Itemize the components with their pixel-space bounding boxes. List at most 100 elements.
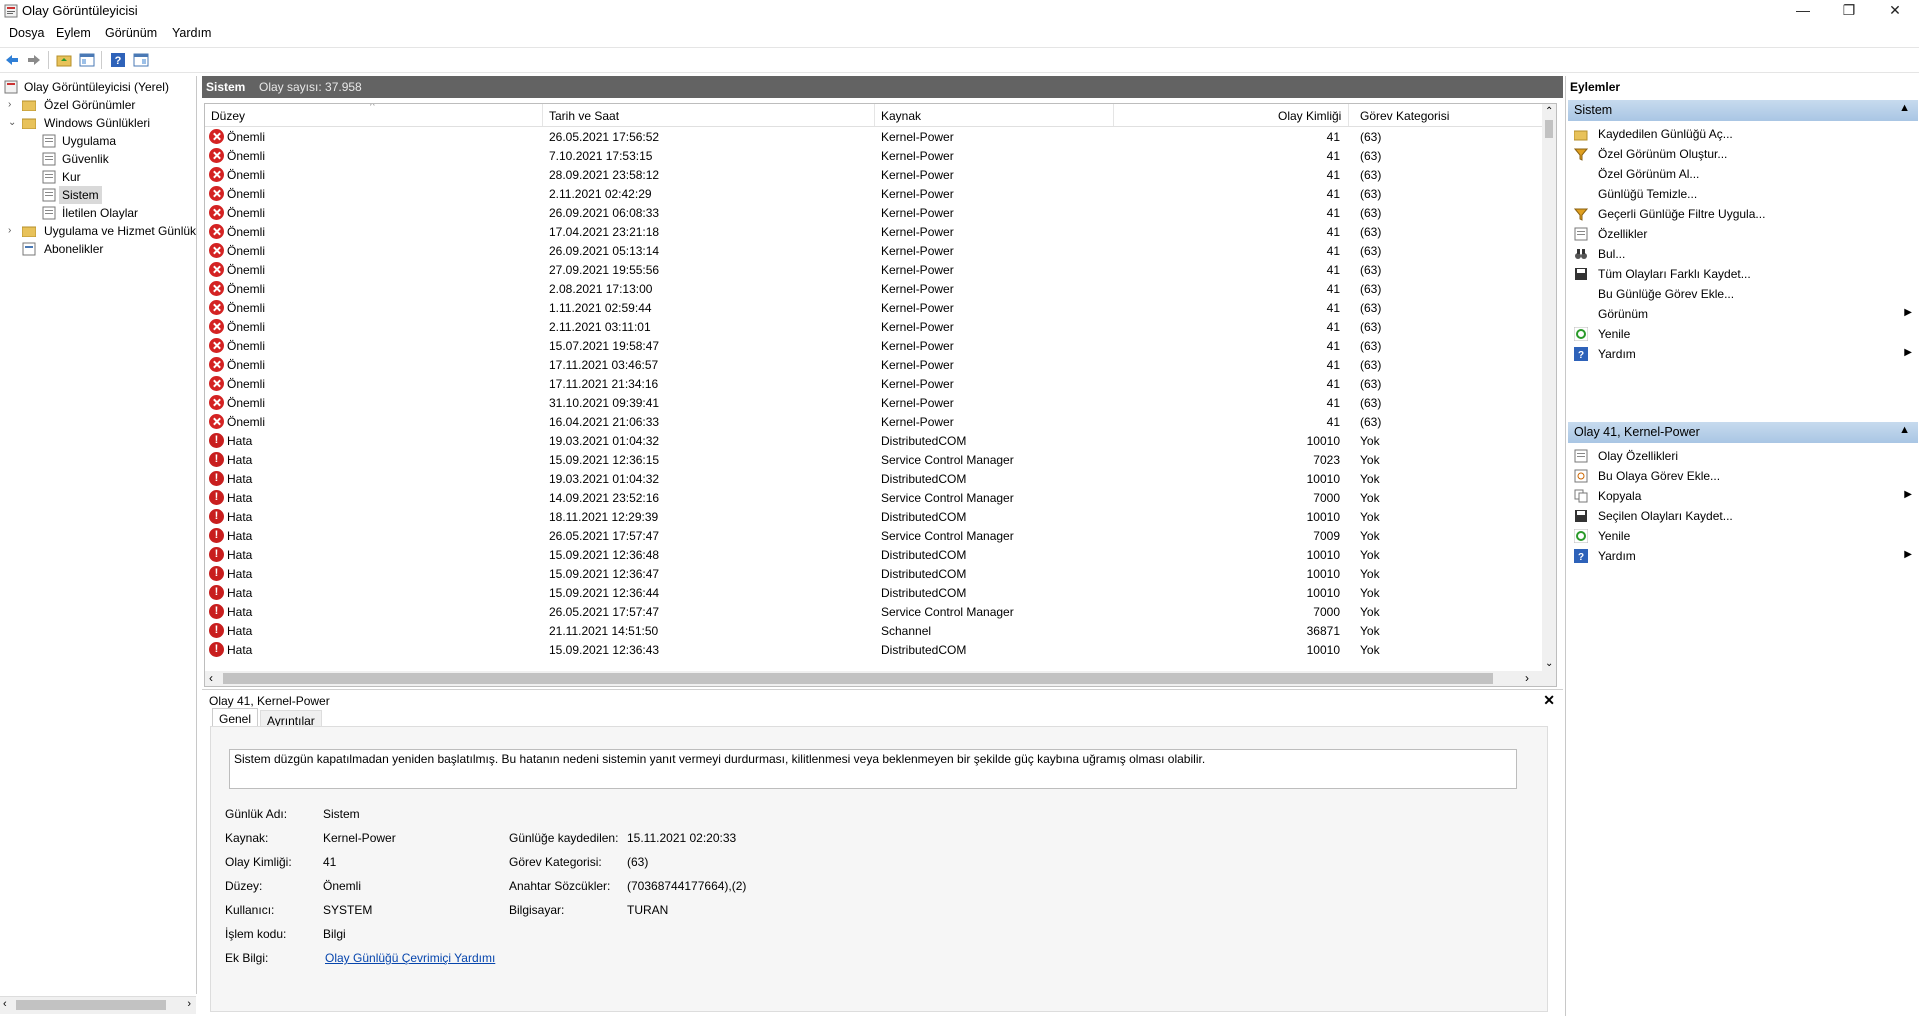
scroll-right-icon[interactable]: › — [1525, 671, 1529, 685]
column-separator[interactable] — [874, 104, 875, 126]
scroll-left-icon[interactable]: ‹ — [209, 671, 213, 685]
save-icon — [1574, 267, 1588, 281]
action-item[interactable]: Bu Günlüğe Görev Ekle... — [1568, 284, 1918, 304]
table-row[interactable]: Önemli 31.10.2021 09:39:41 Kernel-Power 41 (… — [205, 393, 1545, 412]
scrollbar-thumb[interactable] — [16, 1000, 166, 1010]
action-item[interactable]: Yenile — [1568, 324, 1918, 344]
show-action-pane-icon[interactable] — [133, 52, 149, 68]
action-item[interactable]: Günlüğü Temizle... — [1568, 184, 1918, 204]
close-window-button[interactable]: ✕ — [1872, 0, 1918, 22]
menu-action[interactable]: Eylem — [56, 26, 91, 40]
critical-icon — [209, 224, 224, 239]
actions-section-system[interactable]: Sistem ▲ — [1568, 100, 1918, 121]
scroll-down-icon[interactable]: ⌄ — [1545, 658, 1553, 669]
chevron-right-icon[interactable]: › — [8, 96, 18, 114]
action-item[interactable]: Bu Olaya Görev Ekle... — [1568, 466, 1918, 486]
menu-file[interactable]: Dosya — [9, 26, 44, 40]
online-help-link[interactable]: Olay Günlüğü Çevrimiçi Yardımı — [325, 951, 495, 965]
restore-button[interactable]: ❐ — [1826, 0, 1872, 22]
event-description[interactable]: Sistem düzgün kapatılmadan yeniden başla… — [229, 749, 1517, 789]
close-details-icon[interactable]: ✕ — [1543, 692, 1555, 709]
table-row[interactable]: Önemli 2.11.2021 03:11:01 Kernel-Power 41 (6… — [205, 317, 1545, 336]
scroll-left-icon[interactable]: ‹ — [3, 998, 7, 1010]
column-source[interactable]: Kaynak — [881, 109, 921, 123]
forward-arrow-icon[interactable] — [26, 52, 42, 68]
table-row[interactable]: Önemli 17.11.2021 03:46:57 Kernel-Power 41 (… — [205, 355, 1545, 374]
column-level[interactable]: Düzey — [211, 109, 245, 123]
cell-task-category: (63) — [1360, 244, 1382, 258]
action-item[interactable]: Yenile — [1568, 526, 1918, 546]
action-item[interactable]: Seçilen Olayları Kaydet... — [1568, 506, 1918, 526]
table-row[interactable]: Önemli 17.04.2021 23:21:18 Kernel-Power 41 (… — [205, 222, 1545, 241]
cell-level: Hata — [227, 472, 253, 486]
column-separator[interactable] — [1348, 104, 1349, 126]
table-row[interactable]: Önemli 2.08.2021 17:13:00 Kernel-Power 41 (6… — [205, 279, 1545, 298]
table-row[interactable]: Hata 19.03.2021 01:04:32 DistributedCOM 100… — [205, 431, 1545, 450]
table-row[interactable]: Hata 15.09.2021 12:36:44 DistributedCOM 100… — [205, 583, 1545, 602]
cell-level: Önemli — [227, 168, 266, 182]
action-item[interactable]: Kopyala ▶ — [1568, 486, 1918, 506]
table-row[interactable]: Önemli 15.07.2021 19:58:47 Kernel-Power 41 (… — [205, 336, 1545, 355]
cell-date: 28.09.2021 23:58:12 — [549, 168, 660, 182]
chevron-down-icon[interactable]: ⌄ — [8, 114, 18, 132]
horizontal-scrollbar[interactable]: ‹ › — [205, 671, 1556, 686]
table-row[interactable]: Hata 21.11.2021 14:51:50 Schannel 36871 Yok — [205, 621, 1545, 640]
action-item[interactable]: Özellikler — [1568, 224, 1918, 244]
action-item[interactable]: Özel Görünüm Oluştur... — [1568, 144, 1918, 164]
table-row[interactable]: Hata 14.09.2021 23:52:16 Service Control M… — [205, 488, 1545, 507]
up-folder-icon[interactable] — [56, 52, 72, 68]
column-separator[interactable] — [1113, 104, 1114, 126]
table-row[interactable]: Hata 26.05.2021 17:57:47 Service Control M… — [205, 526, 1545, 545]
table-row[interactable]: Hata 15.09.2021 12:36:48 DistributedCOM 100… — [205, 545, 1545, 564]
action-item[interactable]: ? Yardım ▶ — [1568, 546, 1918, 566]
action-item[interactable]: Kaydedilen Günlüğü Aç... — [1568, 124, 1918, 144]
table-row[interactable]: Hata 15.09.2021 12:36:43 DistributedCOM 100… — [205, 640, 1545, 659]
actions-section-event[interactable]: Olay 41, Kernel-Power ▲ — [1568, 422, 1918, 443]
table-row[interactable]: Önemli 2.11.2021 02:42:29 Kernel-Power 41 (6… — [205, 184, 1545, 203]
table-row[interactable]: Önemli 7.10.2021 17:53:15 Kernel-Power 41 (6… — [205, 146, 1545, 165]
table-row[interactable]: Önemli 26.09.2021 05:13:14 Kernel-Power 41 (… — [205, 241, 1545, 260]
table-row[interactable]: Önemli 16.04.2021 21:06:33 Kernel-Power 41 (… — [205, 412, 1545, 431]
action-item[interactable]: Bul... — [1568, 244, 1918, 264]
menu-view[interactable]: Görünüm — [105, 26, 157, 40]
vertical-scrollbar[interactable]: ⌃ ⌄ — [1542, 104, 1556, 671]
table-row[interactable]: Hata 15.09.2021 12:36:47 DistributedCOM 100… — [205, 564, 1545, 583]
table-row[interactable]: Önemli 28.09.2021 23:58:12 Kernel-Power 41 (… — [205, 165, 1545, 184]
cell-event-id: 41 — [1326, 130, 1340, 144]
scroll-right-icon[interactable]: › — [187, 998, 191, 1010]
column-task-category[interactable]: Görev Kategorisi — [1360, 109, 1449, 123]
table-row[interactable]: Önemli 26.09.2021 06:08:33 Kernel-Power 41 (… — [205, 203, 1545, 222]
chevron-right-icon[interactable]: › — [8, 222, 18, 240]
action-item[interactable]: Görünüm ▶ — [1568, 304, 1918, 324]
table-row[interactable]: Önemli 17.11.2021 21:34:16 Kernel-Power 41 (… — [205, 374, 1545, 393]
minimize-button[interactable]: — — [1780, 0, 1826, 22]
table-row[interactable]: Önemli 26.05.2021 17:56:52 Kernel-Power 41 (… — [205, 127, 1545, 146]
cell-event-id: 41 — [1326, 301, 1340, 315]
label-computer: Bilgisayar: — [509, 903, 565, 917]
scroll-up-icon[interactable]: ⌃ — [1545, 106, 1553, 117]
window-title: Olay Görüntüleyicisi — [22, 3, 138, 18]
column-event-id[interactable]: Olay Kimliği — [1278, 109, 1341, 123]
action-item[interactable]: Tüm Olayları Farklı Kaydet... — [1568, 264, 1918, 284]
back-arrow-icon[interactable] — [4, 52, 20, 68]
scrollbar-thumb[interactable] — [1545, 120, 1553, 138]
action-item[interactable]: ? Yardım ▶ — [1568, 344, 1918, 364]
table-row[interactable]: Hata 19.03.2021 01:04:32 DistributedCOM 100… — [205, 469, 1545, 488]
collapse-caret-icon[interactable]: ▲ — [1899, 424, 1910, 436]
action-item[interactable]: Geçerli Günlüğe Filtre Uygula... — [1568, 204, 1918, 224]
table-row[interactable]: Önemli 1.11.2021 02:59:44 Kernel-Power 41 (6… — [205, 298, 1545, 317]
table-row[interactable]: Hata 15.09.2021 12:36:15 Service Control M… — [205, 450, 1545, 469]
tree-horizontal-scrollbar[interactable]: ‹ › — [0, 996, 196, 1014]
table-row[interactable]: Önemli 27.09.2021 19:55:56 Kernel-Power 41 (… — [205, 260, 1545, 279]
show-hide-console-tree-icon[interactable] — [79, 52, 95, 68]
menu-help[interactable]: Yardım — [172, 26, 211, 40]
column-separator[interactable] — [542, 104, 543, 126]
table-row[interactable]: Hata 18.11.2021 12:29:39 DistributedCOM 100… — [205, 507, 1545, 526]
help-icon[interactable]: ? — [110, 52, 126, 68]
action-item[interactable]: Özel Görünüm Al... — [1568, 164, 1918, 184]
scrollbar-thumb[interactable] — [223, 673, 1493, 684]
table-row[interactable]: Hata 26.05.2021 17:57:47 Service Control M… — [205, 602, 1545, 621]
column-date-time[interactable]: Tarih ve Saat — [549, 109, 619, 123]
collapse-caret-icon[interactable]: ▲ — [1899, 102, 1910, 114]
action-item[interactable]: Olay Özellikleri — [1568, 446, 1918, 466]
